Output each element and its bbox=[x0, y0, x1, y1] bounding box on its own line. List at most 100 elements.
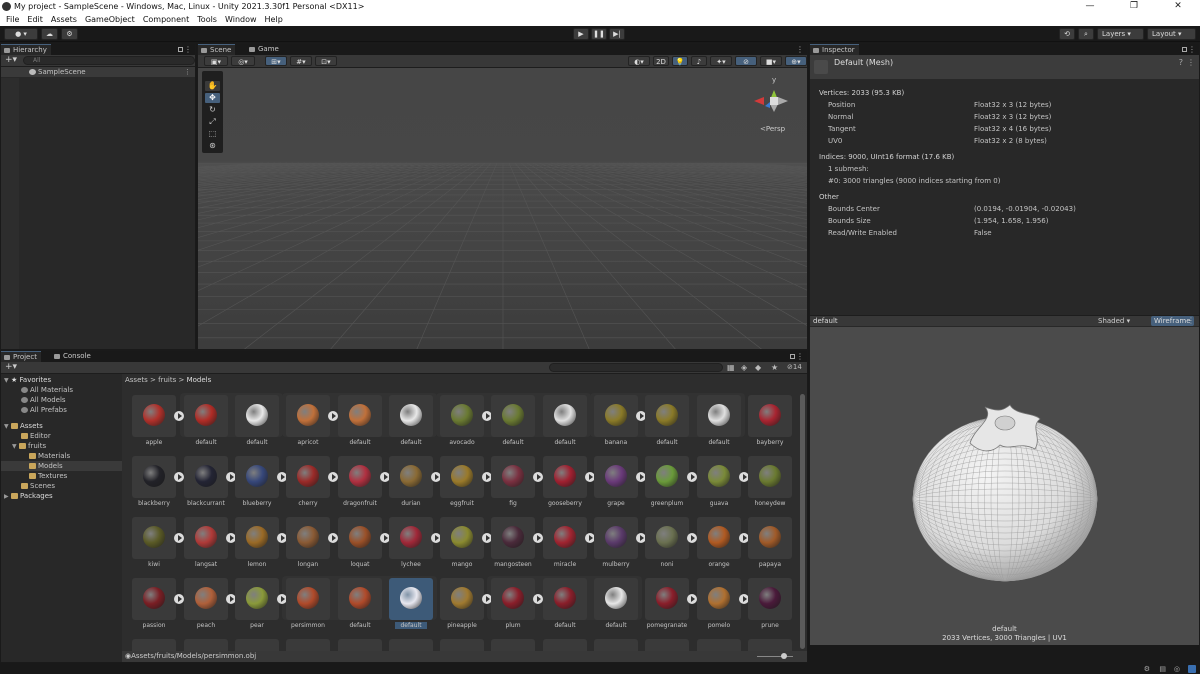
hand-tool-icon[interactable]: ✋ bbox=[205, 81, 220, 91]
asset-default[interactable]: default bbox=[697, 395, 741, 447]
menu-window[interactable]: Window bbox=[221, 13, 261, 26]
breadcrumb-assets[interactable]: Assets bbox=[125, 376, 148, 384]
layout-dropdown[interactable]: Layout ▾ bbox=[1147, 28, 1196, 40]
grid-snap-icon[interactable]: #▾ bbox=[290, 56, 312, 66]
rotate-tool-icon[interactable]: ↻ bbox=[205, 105, 220, 115]
asset-default[interactable]: default bbox=[389, 395, 433, 447]
asset-pear[interactable]: pear bbox=[235, 578, 287, 630]
asset-orange[interactable]: orange bbox=[697, 517, 749, 569]
asset-honeydew[interactable]: honeydew bbox=[748, 456, 792, 508]
inspector-more-icon[interactable]: ⋮ bbox=[1188, 44, 1196, 55]
asset-guava[interactable]: guava bbox=[697, 456, 749, 508]
progress-icon[interactable]: ◎ bbox=[1174, 665, 1180, 673]
expand-arrow-icon[interactable] bbox=[328, 472, 338, 482]
tree-editor[interactable]: Editor bbox=[1, 431, 122, 441]
asset-default[interactable]: default bbox=[543, 395, 587, 447]
asset-noni[interactable]: noni bbox=[645, 517, 697, 569]
tab-scene[interactable]: Scene bbox=[198, 44, 236, 55]
rect-tool-icon[interactable]: ⬚ bbox=[205, 129, 220, 139]
menu-file[interactable]: File bbox=[2, 13, 23, 26]
asset-fig[interactable]: fig bbox=[491, 456, 543, 508]
asset-pomelo[interactable]: pomelo bbox=[697, 578, 749, 630]
expand-arrow-icon[interactable] bbox=[174, 594, 184, 604]
expand-arrow-icon[interactable] bbox=[533, 533, 543, 543]
asset-blackberry[interactable]: blackberry bbox=[132, 456, 184, 508]
asset-prune[interactable]: prune bbox=[748, 578, 792, 630]
asset-mangosteen[interactable]: mangosteen bbox=[491, 517, 543, 569]
bug-icon[interactable]: ⚙ bbox=[1144, 665, 1150, 673]
increment-snap-icon[interactable]: ⊡▾ bbox=[315, 56, 337, 66]
breadcrumb-models[interactable]: Models bbox=[187, 376, 212, 384]
asset-mulberry[interactable]: mulberry bbox=[594, 517, 646, 569]
account-button[interactable]: ● ▾ bbox=[4, 28, 38, 40]
expand-arrow-icon[interactable] bbox=[687, 472, 697, 482]
asset-grape[interactable]: grape bbox=[594, 456, 646, 508]
asset-default[interactable]: default bbox=[491, 395, 535, 447]
lock-icon[interactable] bbox=[178, 47, 183, 52]
asset-default[interactable]: default bbox=[389, 578, 433, 630]
scale-tool-icon[interactable]: ⤢ bbox=[205, 117, 220, 127]
effects-icon[interactable]: ✦▾ bbox=[710, 56, 732, 66]
breadcrumb-fruits[interactable]: fruits bbox=[158, 376, 176, 384]
project-search-input[interactable] bbox=[549, 363, 723, 372]
asset-banana[interactable]: banana bbox=[594, 395, 646, 447]
pause-button[interactable]: ❚❚ bbox=[591, 28, 607, 40]
asset-persimmon[interactable]: persimmon bbox=[286, 578, 330, 630]
tree-models[interactable]: Models bbox=[1, 461, 122, 471]
global-icon[interactable]: ◎▾ bbox=[231, 56, 255, 66]
tree-scenes[interactable]: Scenes bbox=[1, 481, 122, 491]
asset-default[interactable]: default bbox=[543, 578, 587, 630]
asset-kiwi[interactable]: kiwi bbox=[132, 517, 184, 569]
shading-dropdown[interactable]: Shaded ▾ bbox=[1098, 317, 1130, 325]
expand-arrow-icon[interactable] bbox=[687, 533, 697, 543]
asset-avocado[interactable]: avocado bbox=[440, 395, 492, 447]
search-by-label-icon[interactable]: ◈ bbox=[741, 363, 747, 372]
menu-component[interactable]: Component bbox=[139, 13, 193, 26]
collab-icon[interactable] bbox=[1188, 665, 1196, 673]
asset-pomegranate[interactable]: pomegranate bbox=[645, 578, 697, 630]
project-lock-icon[interactable] bbox=[790, 354, 795, 359]
expand-arrow-icon[interactable] bbox=[533, 594, 543, 604]
render-mode-icon[interactable]: ◐▾ bbox=[628, 56, 650, 66]
asset-default[interactable]: default bbox=[645, 395, 689, 447]
header-more-icon[interactable]: ⋮ bbox=[1187, 58, 1195, 67]
history-icon[interactable]: ⟲ bbox=[1059, 28, 1075, 40]
tree-textures[interactable]: Textures bbox=[1, 471, 122, 481]
menu-gameobject[interactable]: GameObject bbox=[81, 13, 139, 26]
step-button[interactable]: ▶| bbox=[609, 28, 625, 40]
tree-assets[interactable]: ▼ Assets bbox=[1, 421, 122, 431]
asset-papaya[interactable]: papaya bbox=[748, 517, 792, 569]
transform-tool-icon[interactable]: ⊛ bbox=[205, 141, 220, 151]
camera-icon[interactable]: ■▾ bbox=[760, 56, 782, 66]
project-add-icon[interactable]: +▾ bbox=[5, 362, 17, 373]
search-icon[interactable]: ⌕ bbox=[1078, 28, 1094, 40]
help-icon[interactable]: ? bbox=[1179, 58, 1183, 67]
asset-durian[interactable]: durian bbox=[389, 456, 441, 508]
orientation-gizmo[interactable] bbox=[754, 90, 788, 112]
tab-inspector[interactable]: Inspector bbox=[810, 44, 859, 55]
tree-packages[interactable]: ▶ Packages bbox=[1, 491, 122, 501]
asset-peach[interactable]: peach bbox=[184, 578, 236, 630]
expand-arrow-icon[interactable] bbox=[174, 472, 184, 482]
asset-greenplum[interactable]: greenplum bbox=[645, 456, 697, 508]
save-search-icon[interactable]: ◆ bbox=[755, 363, 761, 372]
gizmos-icon[interactable]: ⊕▾ bbox=[785, 56, 807, 66]
audio-icon[interactable]: ♪ bbox=[691, 56, 707, 66]
tab-console[interactable]: Console bbox=[51, 351, 95, 362]
asset-miracle[interactable]: miracle bbox=[543, 517, 595, 569]
expand-arrow-icon[interactable] bbox=[687, 594, 697, 604]
favorite-icon[interactable]: ★ bbox=[771, 363, 778, 372]
asset-dragonfruit[interactable]: dragonfruit bbox=[338, 456, 390, 508]
toggle-2d-button[interactable]: 2D bbox=[653, 56, 669, 66]
expand-arrow-icon[interactable] bbox=[174, 411, 184, 421]
asset-passion[interactable]: passion bbox=[132, 578, 184, 630]
search-by-type-icon[interactable]: ▦ bbox=[727, 363, 735, 372]
asset-bayberry[interactable]: bayberry bbox=[748, 395, 792, 447]
layers-dropdown[interactable]: Layers ▾ bbox=[1097, 28, 1144, 40]
asset-default[interactable]: default bbox=[338, 578, 382, 630]
cache-icon[interactable]: ▤ bbox=[1159, 665, 1166, 673]
minimize-button[interactable]: — bbox=[1068, 0, 1112, 13]
close-button[interactable]: ✕ bbox=[1156, 0, 1200, 13]
menu-edit[interactable]: Edit bbox=[23, 13, 47, 26]
asset-default[interactable]: default bbox=[184, 395, 228, 447]
